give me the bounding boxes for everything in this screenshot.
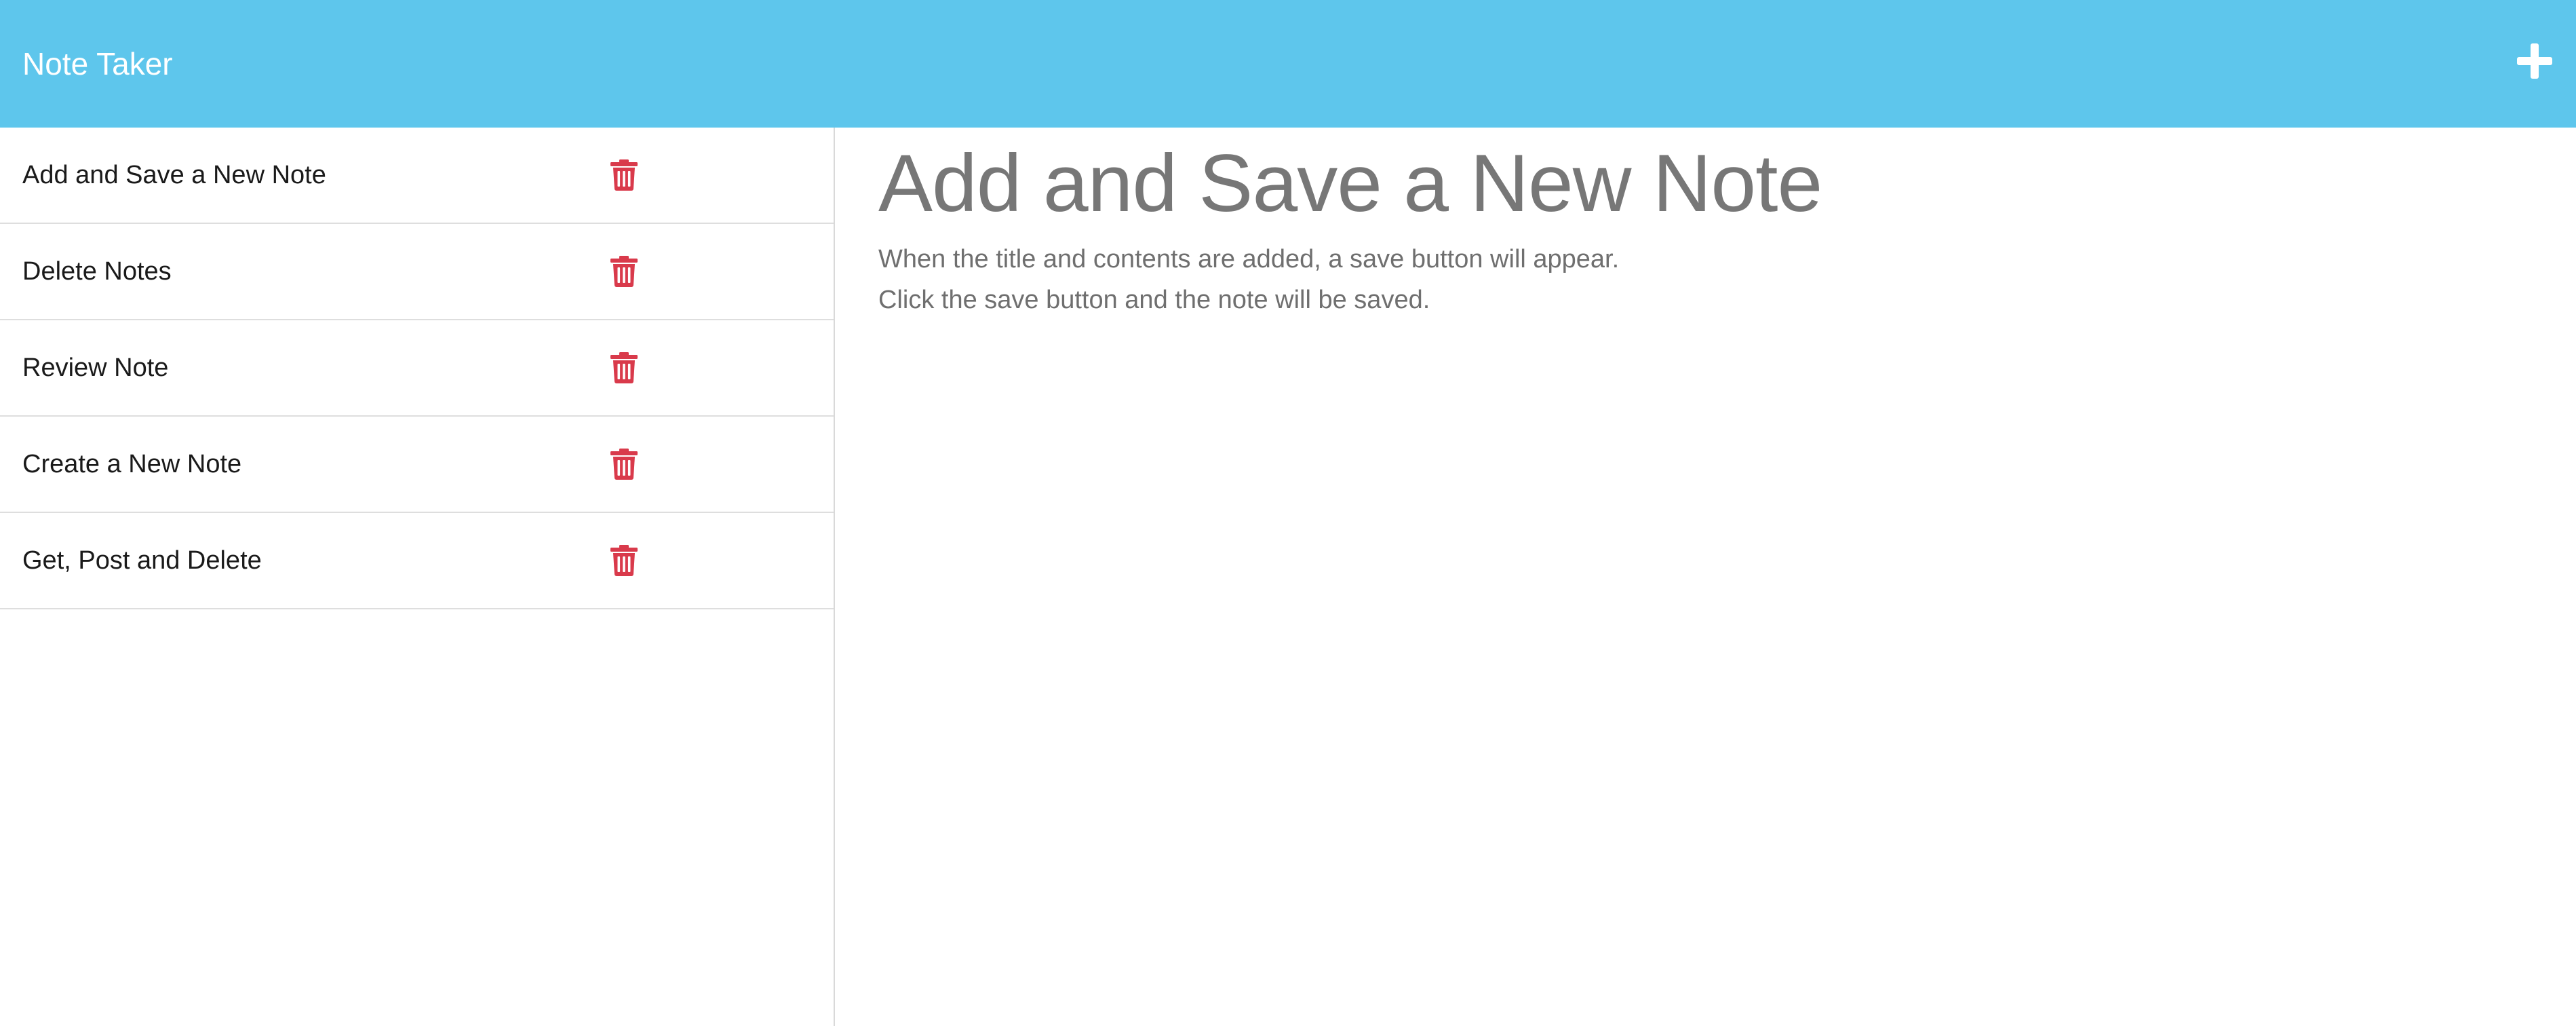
list-item[interactable]: Get, Post and Delete <box>0 513 834 609</box>
plus-icon <box>2517 43 2552 79</box>
note-heading: Add and Save a New Note <box>878 138 1822 229</box>
delete-note-button[interactable] <box>610 545 638 576</box>
note-title[interactable]: Get, Post and Delete <box>22 546 262 575</box>
note-title[interactable]: Add and Save a New Note <box>22 161 326 190</box>
navbar: Note Taker <box>0 0 2576 128</box>
delete-note-button[interactable] <box>610 449 638 480</box>
note-list-sidebar: Add and Save a New Note Delete Notes Rev… <box>0 128 835 1026</box>
note-title[interactable]: Delete Notes <box>22 257 172 286</box>
description-line-1: When the title and contents are added, a… <box>878 245 1620 273</box>
delete-note-button[interactable] <box>610 256 638 287</box>
note-title[interactable]: Create a New Note <box>22 450 241 479</box>
list-item[interactable]: Delete Notes <box>0 224 834 320</box>
delete-note-button[interactable] <box>610 159 638 191</box>
list-item[interactable]: Create a New Note <box>0 417 834 513</box>
trash-icon <box>610 159 638 191</box>
note-view: Add and Save a New Note When the title a… <box>836 128 2576 1026</box>
note-description: When the title and contents are added, a… <box>878 239 2576 320</box>
trash-icon <box>610 545 638 576</box>
app-title[interactable]: Note Taker <box>22 45 173 82</box>
trash-icon <box>610 352 638 383</box>
note-title[interactable]: Review Note <box>22 354 168 383</box>
list-item[interactable]: Add and Save a New Note <box>0 128 834 224</box>
delete-note-button[interactable] <box>610 352 638 383</box>
trash-icon <box>610 256 638 287</box>
trash-icon <box>610 449 638 480</box>
list-item[interactable]: Review Note <box>0 320 834 417</box>
description-line-2: Click the save button and the note will … <box>878 286 1430 314</box>
new-note-button[interactable] <box>2516 42 2554 80</box>
note-list: Add and Save a New Note Delete Notes Rev… <box>0 128 834 609</box>
